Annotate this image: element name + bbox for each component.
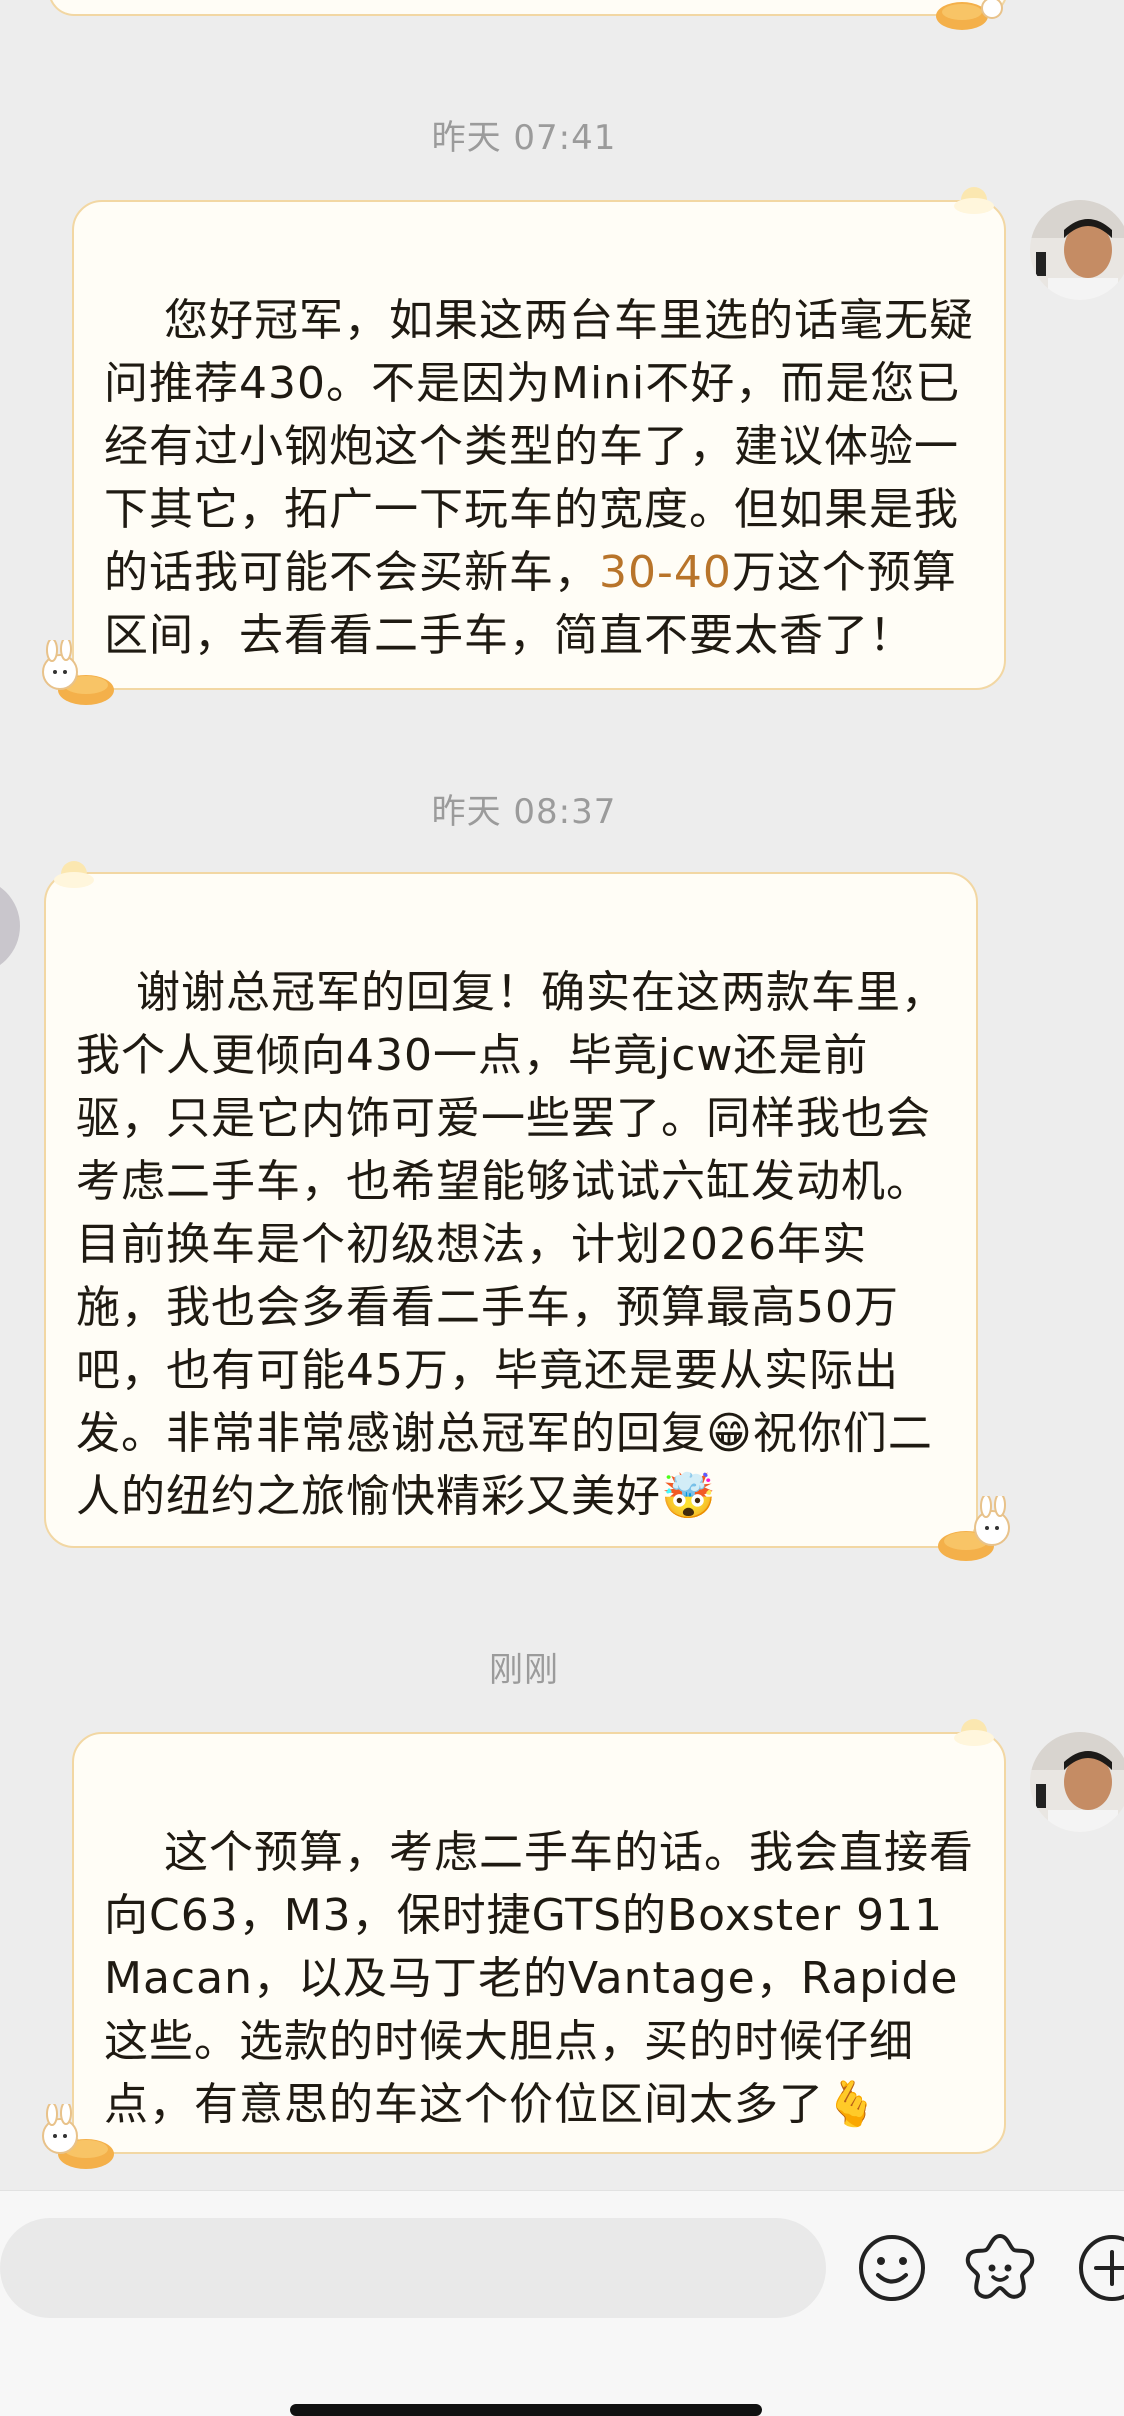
mind-blown-emoji-icon: 🤯 xyxy=(661,1471,717,1522)
sticker-flower-icon[interactable] xyxy=(962,2230,1038,2306)
home-indicator[interactable] xyxy=(290,2404,762,2416)
message-text: 谢谢总冠军的回复！确实在这两款车里，我个人更倾向430一点，毕竟jcw还是前驱，… xyxy=(76,967,946,1459)
message-timestamp: 昨天 08:37 xyxy=(431,792,617,832)
mooncake-rabbit-icon xyxy=(938,1496,1010,1561)
price-range-highlight[interactable]: 30-40 xyxy=(599,547,732,598)
emoji-face-icon[interactable] xyxy=(856,2232,928,2304)
user-photo-icon xyxy=(1030,1732,1124,1832)
message-timestamp: 刚刚 xyxy=(489,1650,559,1690)
user-photo-icon xyxy=(1030,200,1124,300)
avatar[interactable] xyxy=(1030,1732,1124,1832)
sun-cloud-sticker-icon xyxy=(54,861,94,888)
sun-cloud-sticker-icon xyxy=(954,187,994,214)
mooncake-rabbit-icon xyxy=(42,640,114,705)
avatar[interactable] xyxy=(0,878,20,974)
grin-emoji-icon: 😁 xyxy=(706,1408,753,1459)
plus-icon[interactable] xyxy=(1076,2232,1124,2304)
message-bubble-received[interactable]: 这个预算，考虑二手车的话。我会直接看向C63，M3，保时捷GTS的Boxster… xyxy=(72,1732,1006,2154)
avatar[interactable] xyxy=(1030,200,1124,300)
mooncake-rabbit-icon xyxy=(936,0,1003,30)
message-bubble-sent[interactable]: 谢谢总冠军的回复！确实在这两款车里，我个人更倾向430一点，毕竟jcw还是前驱，… xyxy=(44,872,978,1548)
sun-cloud-sticker-icon xyxy=(954,1719,994,1746)
chat-screen: 昨天 07:41 您好冠军，如果这两台车里选的话毫无疑问推荐430。不是因为Mi… xyxy=(0,0,1124,2416)
mooncake-rabbit-icon xyxy=(42,2104,114,2169)
previous-message-bubble[interactable] xyxy=(48,0,1008,16)
message-input[interactable] xyxy=(0,2218,826,2318)
finger-heart-emoji-icon: 🫰 xyxy=(824,2079,880,2130)
message-bubble-received[interactable]: 您好冠军，如果这两台车里选的话毫无疑问推荐430。不是因为Mini不好，而是您已… xyxy=(72,200,1006,690)
message-timestamp: 昨天 07:41 xyxy=(431,118,617,158)
